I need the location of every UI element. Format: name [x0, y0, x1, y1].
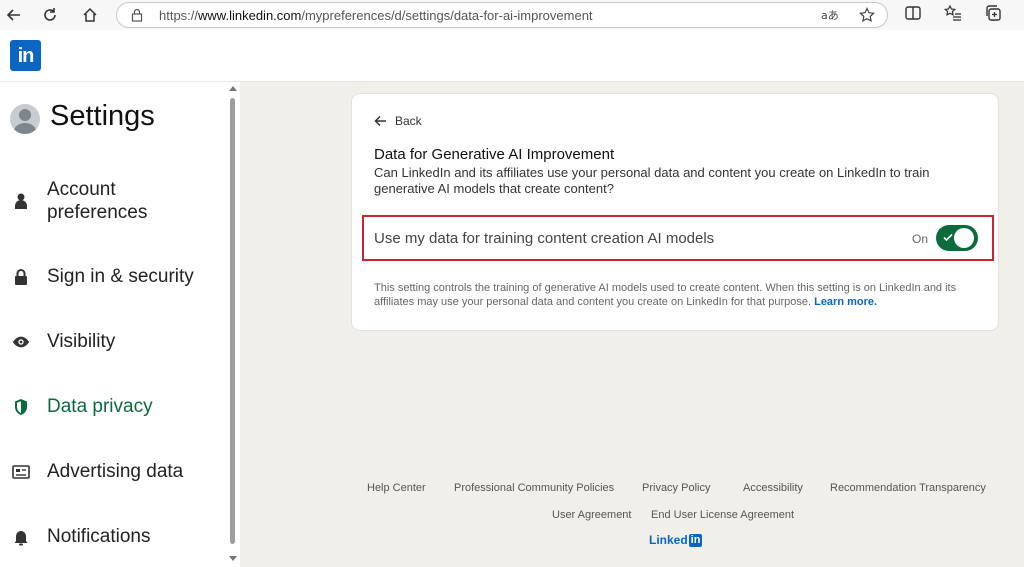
- sidebar-item-data-privacy[interactable]: Data privacy: [0, 394, 225, 420]
- back-button[interactable]: Back: [374, 114, 422, 128]
- collections-icon[interactable]: [984, 4, 1002, 27]
- footer-linkedin-logo[interactable]: Linked in: [649, 533, 703, 547]
- back-label: Back: [395, 114, 422, 128]
- sidebar-item-label: Visibility: [47, 331, 116, 352]
- person-icon: [12, 192, 30, 210]
- sidebar-scrollbar[interactable]: [228, 82, 238, 567]
- scroll-thumb[interactable]: [230, 98, 235, 544]
- browser-toolbar: https://www.linkedin.com/mypreferences/d…: [0, 0, 1024, 30]
- ai-training-setting-row: Use my data for training content creatio…: [362, 215, 994, 261]
- footer-link-privacy-policy[interactable]: Privacy Policy: [642, 482, 710, 494]
- sidebar-item-label: Advertising data: [47, 461, 184, 482]
- sidebar-item-sign-in-security[interactable]: Sign in & security: [0, 264, 225, 290]
- sidebar-item-label: Account preferences: [47, 179, 148, 223]
- toggle-state-text: On: [912, 232, 929, 246]
- setting-footnote: This setting controls the training of ge…: [374, 281, 984, 309]
- lock-icon[interactable]: [131, 8, 143, 27]
- settings-sidebar: Settings Account preferences Sign in & s…: [0, 82, 240, 567]
- ad-card-icon: [12, 463, 30, 481]
- url-text: https://www.linkedin.com/mypreferences/d…: [159, 8, 593, 23]
- page-title: Settings: [50, 100, 155, 132]
- bell-icon: [12, 528, 30, 546]
- scroll-up-icon[interactable]: [229, 86, 237, 91]
- sidebar-item-label: Data privacy: [47, 396, 153, 417]
- linkedin-header: in: [0, 30, 1024, 82]
- address-bar[interactable]: https://www.linkedin.com/mypreferences/d…: [116, 2, 888, 28]
- svg-text:aあ: aあ: [821, 9, 839, 22]
- card-description: Can LinkedIn and its affiliates use your…: [374, 165, 930, 196]
- ai-training-toggle[interactable]: [936, 225, 978, 251]
- main-content: Back Data for Generative AI Improvement …: [240, 82, 1024, 567]
- footer-link-help-center[interactable]: Help Center: [367, 482, 426, 494]
- footer-link-recommendation-transparency[interactable]: Recommendation Transparency: [830, 482, 986, 494]
- footer-logo-box: in: [688, 533, 703, 547]
- refresh-icon[interactable]: [38, 3, 62, 27]
- footer-link-user-agreement[interactable]: User Agreement: [552, 509, 631, 521]
- sidebar-item-label: Sign in & security: [47, 266, 194, 287]
- sidebar-item-advertising-data[interactable]: Advertising data: [0, 459, 225, 485]
- favorites-list-icon[interactable]: [943, 4, 962, 27]
- sidebar-item-account-preferences[interactable]: Account preferences: [0, 178, 225, 224]
- split-screen-icon[interactable]: [904, 4, 922, 27]
- avatar[interactable]: [10, 104, 40, 134]
- eye-icon: [12, 333, 30, 351]
- lock-icon: [12, 268, 30, 286]
- back-arrow-icon[interactable]: [2, 3, 26, 27]
- shield-icon: [12, 398, 30, 416]
- settings-card: Back Data for Generative AI Improvement …: [352, 94, 998, 330]
- toggle-label: Use my data for training content creatio…: [374, 230, 715, 247]
- back-arrow-icon: [374, 115, 386, 127]
- check-icon: [943, 233, 953, 242]
- translate-icon[interactable]: aあ: [821, 7, 839, 28]
- favorite-star-icon[interactable]: [859, 7, 875, 28]
- footer-logo-word: Linked: [649, 533, 688, 547]
- toggle-knob: [954, 228, 974, 248]
- sidebar-item-visibility[interactable]: Visibility: [0, 329, 225, 355]
- sidebar-item-notifications[interactable]: Notifications: [0, 524, 225, 550]
- linkedin-logo[interactable]: in: [10, 40, 41, 71]
- footer-link-community-policies[interactable]: Professional Community Policies: [454, 482, 614, 494]
- scroll-down-icon[interactable]: [229, 556, 237, 561]
- learn-more-link[interactable]: Learn more.: [814, 296, 877, 308]
- sidebar-item-label: Notifications: [47, 526, 151, 547]
- card-title: Data for Generative AI Improvement: [374, 146, 615, 163]
- home-icon[interactable]: [78, 3, 102, 27]
- footer-link-eula[interactable]: End User License Agreement: [651, 509, 794, 521]
- footer-link-accessibility[interactable]: Accessibility: [743, 482, 803, 494]
